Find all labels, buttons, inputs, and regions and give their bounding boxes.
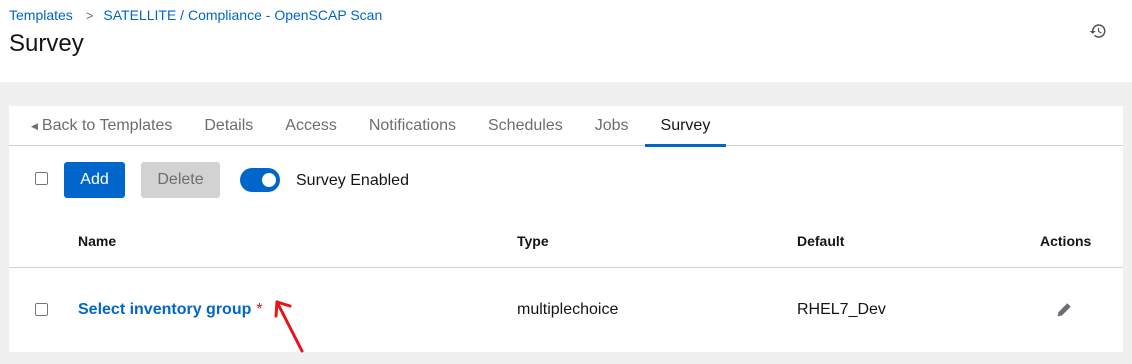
column-header-type[interactable]: Type [517, 233, 549, 249]
tab-back-to-templates[interactable]: ◀ Back to Templates [9, 106, 188, 146]
row-select-checkbox[interactable] [35, 303, 48, 316]
column-header-actions: Actions [1040, 233, 1092, 249]
history-icon [1089, 24, 1106, 38]
tab-label: Back to Templates [41, 117, 173, 134]
caret-left-icon: ◀ [31, 120, 38, 131]
toggle-knob [262, 173, 276, 187]
breadcrumb-separator: > [85, 7, 94, 23]
annotation-arrow [274, 300, 304, 353]
history-button[interactable] [1087, 20, 1109, 42]
question-name-link[interactable]: Select inventory group [78, 301, 251, 318]
tab-notifications[interactable]: Notifications [353, 106, 472, 146]
question-name-cell: Select inventory group * [78, 301, 263, 319]
tab-survey[interactable]: Survey [644, 106, 727, 147]
tab-bar: ◀ Back to Templates Details Access Notif… [9, 106, 1123, 147]
survey-enabled-toggle[interactable] [240, 168, 280, 192]
column-header-name[interactable]: Name [78, 233, 116, 249]
page-title: Survey [9, 30, 84, 57]
table-header-divider [9, 267, 1123, 268]
select-all-checkbox[interactable] [35, 172, 48, 185]
survey-card: ◀ Back to Templates Details Access Notif… [9, 106, 1123, 353]
add-button[interactable]: Add [64, 162, 125, 198]
column-header-default[interactable]: Default [797, 233, 844, 249]
question-type-cell: multiplechoice [517, 301, 619, 318]
tab-schedules[interactable]: Schedules [472, 106, 579, 146]
survey-enabled-label: Survey Enabled [296, 172, 409, 189]
page-header: Templates > SATELLITE / Compliance - Ope… [0, 0, 1132, 82]
tab-details[interactable]: Details [188, 106, 269, 146]
tab-jobs[interactable]: Jobs [579, 106, 645, 146]
required-marker: * [256, 301, 263, 318]
pencil-icon [1057, 303, 1071, 317]
breadcrumb: Templates > SATELLITE / Compliance - Ope… [9, 7, 382, 23]
delete-button[interactable]: Delete [141, 162, 220, 198]
breadcrumb-link-template[interactable]: SATELLITE / Compliance - OpenSCAP Scan [103, 7, 382, 23]
tab-access[interactable]: Access [269, 106, 353, 146]
breadcrumb-link-templates[interactable]: Templates [9, 7, 73, 23]
edit-question-button[interactable] [1054, 300, 1074, 320]
question-default-cell: RHEL7_Dev [797, 301, 886, 318]
